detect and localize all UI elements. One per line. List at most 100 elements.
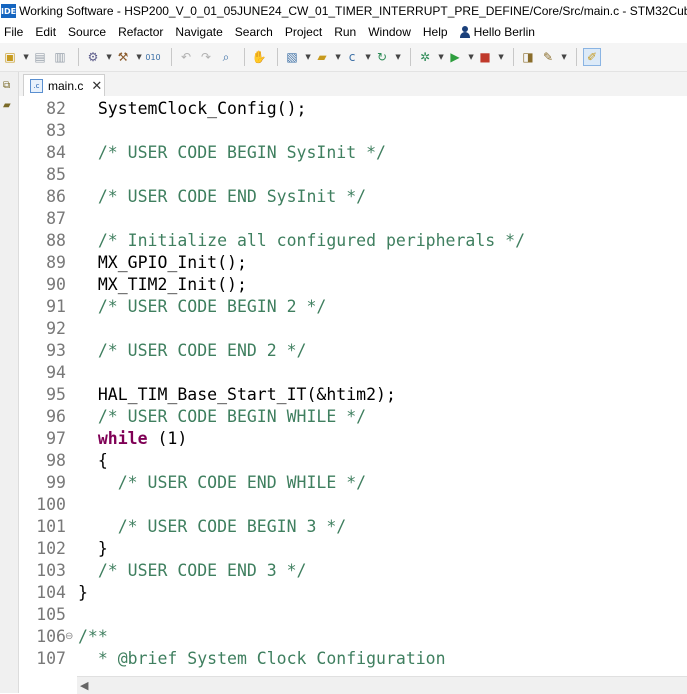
comment-token: /* USER CODE END 2 */ — [78, 341, 307, 360]
code-line[interactable]: 102 } — [19, 538, 687, 560]
code-line[interactable]: 83 — [19, 120, 687, 142]
code-line[interactable]: 90 MX_TIM2_Init(); — [19, 274, 687, 296]
new-class-icon[interactable]: ▧ — [284, 49, 300, 65]
code-line[interactable]: 103 /* USER CODE END 3 */ — [19, 560, 687, 582]
line-number: 93 — [46, 341, 66, 360]
code-line[interactable]: 101 /* USER CODE BEGIN 3 */ — [19, 516, 687, 538]
code-token: } — [78, 539, 108, 558]
code-line[interactable]: 107 * @brief System Clock Configuration — [19, 648, 687, 670]
hand-icon[interactable]: ✋ — [251, 49, 267, 65]
chevron-down-icon[interactable]: ▼ — [135, 49, 141, 65]
menu-navigate[interactable]: Navigate — [169, 25, 228, 39]
active-perspective-icon[interactable]: ✐ — [583, 48, 601, 66]
debug-icon[interactable]: ✲ — [417, 49, 433, 65]
menu-source[interactable]: Source — [62, 25, 112, 39]
code-token: MX_GPIO_Init(); — [78, 253, 247, 272]
comment-token: /* USER CODE BEGIN SysInit */ — [78, 143, 386, 162]
line-number: 87 — [46, 209, 66, 228]
save-all-icon[interactable]: ▥ — [52, 49, 68, 65]
stop-icon[interactable]: ■ — [477, 49, 493, 65]
chevron-down-icon[interactable]: ▼ — [560, 49, 566, 65]
code-line[interactable]: 87 — [19, 208, 687, 230]
user-label: Hello Berlin — [473, 25, 535, 39]
code-line[interactable]: 85 — [19, 164, 687, 186]
code-line[interactable]: 89 MX_GPIO_Init(); — [19, 252, 687, 274]
toolbar-separator — [171, 48, 172, 66]
chevron-down-icon[interactable]: ▼ — [467, 49, 473, 65]
code-line[interactable]: 84 /* USER CODE BEGIN SysInit */ — [19, 142, 687, 164]
line-number: 82 — [46, 99, 66, 118]
chevron-down-icon[interactable]: ▼ — [394, 49, 400, 65]
code-line[interactable]: 105 — [19, 604, 687, 626]
code-line[interactable]: 88 /* Initialize all configured peripher… — [19, 230, 687, 252]
menu-project[interactable]: Project — [279, 25, 328, 39]
code-line[interactable]: 96 /* USER CODE BEGIN WHILE */ — [19, 406, 687, 428]
code-line[interactable]: 106 ⊖ /** — [19, 626, 687, 648]
run-icon[interactable]: ▶ — [447, 49, 463, 65]
code-line[interactable]: 97 while (1) — [19, 428, 687, 450]
undo-icon[interactable]: ↶ — [178, 49, 194, 65]
code-line[interactable]: 104} — [19, 582, 687, 604]
c-file-icon[interactable]: c — [344, 49, 360, 65]
open-folder-icon[interactable]: ▰ — [314, 49, 330, 65]
menu-refactor[interactable]: Refactor — [112, 25, 169, 39]
code-token: HAL_TIM_Base_Start_IT(&htim2); — [78, 385, 396, 404]
tab-main-c[interactable]: .c main.c ✕ — [23, 74, 105, 97]
code-line[interactable]: 100 — [19, 494, 687, 516]
keyword-token: while — [97, 429, 148, 448]
close-icon[interactable]: ✕ — [91, 79, 102, 94]
ide-icon: IDE — [1, 4, 17, 18]
refresh-icon[interactable]: ↻ — [374, 49, 390, 65]
code-text: /* USER CODE BEGIN SysInit */ — [78, 142, 386, 164]
chevron-down-icon[interactable]: ▼ — [22, 49, 28, 65]
binary-icon[interactable]: 010 — [145, 49, 161, 65]
chevron-down-icon[interactable]: ▼ — [437, 49, 443, 65]
code-text: while (1) — [78, 428, 187, 450]
menu-help[interactable]: Help — [417, 25, 454, 39]
open-perspective-icon[interactable]: ◨ — [520, 49, 536, 65]
code-line[interactable]: 99 /* USER CODE END WHILE */ — [19, 472, 687, 494]
horizontal-scrollbar[interactable]: ◀ — [77, 676, 687, 694]
code-line[interactable]: 93 /* USER CODE END 2 */ — [19, 340, 687, 362]
code-text: /* USER CODE END 2 */ — [78, 340, 307, 362]
toolbar-separator — [576, 48, 577, 66]
redo-icon[interactable]: ↷ — [198, 49, 214, 65]
chevron-down-icon[interactable]: ▼ — [334, 49, 340, 65]
code-editor[interactable]: 82 SystemClock_Config(); 83 84 /* USER COD… — [19, 96, 687, 676]
menu-edit[interactable]: Edit — [29, 25, 62, 39]
line-number: 88 — [46, 231, 66, 250]
chevron-down-icon[interactable]: ▼ — [497, 49, 503, 65]
hammer-build-icon[interactable]: ⚒ — [115, 49, 131, 65]
build-settings-icon[interactable]: ⚙ — [85, 49, 101, 65]
user-icon — [459, 26, 470, 38]
code-line[interactable]: 82 SystemClock_Config(); — [19, 98, 687, 120]
line-number: 102 — [36, 539, 66, 558]
save-icon[interactable]: ▤ — [32, 49, 48, 65]
project-explorer-icon[interactable]: ▰ — [3, 100, 15, 111]
line-number: 94 — [46, 363, 66, 382]
chevron-down-icon[interactable]: ▼ — [364, 49, 370, 65]
user-menu[interactable]: Hello Berlin — [454, 25, 535, 39]
chevron-down-icon[interactable]: ▼ — [304, 49, 310, 65]
fold-toggle-icon[interactable]: ⊖ — [65, 626, 73, 648]
scroll-left-icon[interactable]: ◀ — [80, 679, 88, 692]
tools-icon[interactable]: ✎ — [540, 49, 556, 65]
new-icon[interactable]: ▣ — [2, 49, 18, 65]
menu-window[interactable]: Window — [362, 25, 417, 39]
restore-icon[interactable]: ⧉ — [3, 80, 15, 91]
code-line[interactable]: 94 — [19, 362, 687, 384]
code-line[interactable]: 91 /* USER CODE BEGIN 2 */ — [19, 296, 687, 318]
menu-run[interactable]: Run — [328, 25, 362, 39]
menu-search[interactable]: Search — [229, 25, 279, 39]
search-icon[interactable]: ⌕ — [218, 49, 234, 65]
code-line[interactable]: 95 HAL_TIM_Base_Start_IT(&htim2); — [19, 384, 687, 406]
line-number: 103 — [36, 561, 66, 580]
line-number: 97 — [46, 429, 66, 448]
code-line[interactable]: 86 /* USER CODE END SysInit */ — [19, 186, 687, 208]
line-number: 89 — [46, 253, 66, 272]
code-line[interactable]: 92 — [19, 318, 687, 340]
menu-file[interactable]: File — [0, 25, 29, 39]
chevron-down-icon[interactable]: ▼ — [105, 49, 111, 65]
toolbar-separator — [78, 48, 79, 66]
code-line[interactable]: 98 { — [19, 450, 687, 472]
